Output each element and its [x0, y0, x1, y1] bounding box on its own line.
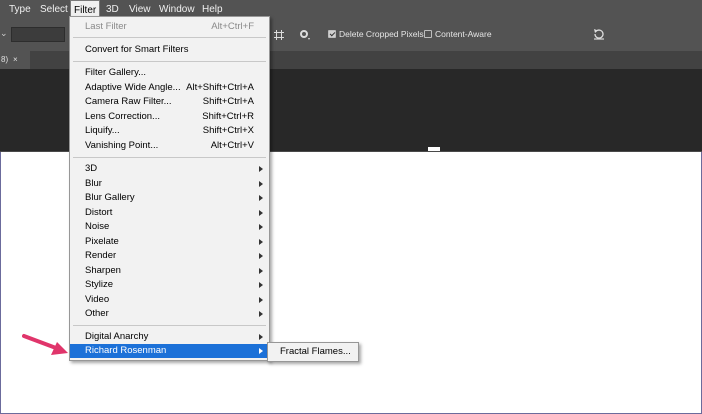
document-tab-label: 8): [1, 55, 9, 64]
gear-icon[interactable]: [298, 27, 312, 44]
menu-item-shortcut: Alt+Ctrl+V: [210, 140, 254, 151]
reset-icon[interactable]: [592, 27, 606, 44]
submenu-arrow-icon: [259, 239, 263, 245]
menu-item-camera-raw-filter[interactable]: Camera Raw Filter... Shift+Ctrl+A: [70, 95, 269, 109]
menu-item-stylize[interactable]: Stylize: [70, 278, 269, 292]
menu-item-last-filter: Last Filter Alt+Ctrl+F: [70, 20, 269, 34]
submenu-arrow-icon: [259, 348, 263, 354]
submenu-arrow-icon: [259, 311, 263, 317]
menu-item-digital-anarchy[interactable]: Digital Anarchy: [70, 330, 269, 344]
menu-separator: [73, 157, 266, 158]
menu-item-label: Pixelate: [85, 236, 119, 247]
menu-item-filter-gallery[interactable]: Filter Gallery...: [70, 66, 269, 80]
submenu-arrow-icon: [259, 224, 263, 230]
menu-item-3d[interactable]: 3D: [70, 162, 269, 176]
menu-item-video[interactable]: Video: [70, 293, 269, 307]
richard-rosenman-submenu: Fractal Flames...: [267, 342, 359, 362]
menu-item-lens-correction[interactable]: Lens Correction... Shift+Ctrl+R: [70, 110, 269, 124]
menu-item-label: Blur: [85, 178, 102, 189]
menu-select[interactable]: Select: [40, 0, 68, 20]
submenu-arrow-icon: [259, 297, 263, 303]
menu-item-label: Blur Gallery: [85, 192, 135, 203]
submenu-arrow-icon: [259, 195, 263, 201]
filter-menu: Last Filter Alt+Ctrl+F Convert for Smart…: [69, 16, 270, 361]
submenu-arrow-icon: [259, 268, 263, 274]
menu-item-label: Sharpen: [85, 265, 121, 276]
menu-item-label: Adaptive Wide Angle...: [85, 82, 181, 93]
menu-item-distort[interactable]: Distort: [70, 206, 269, 220]
menu-item-render[interactable]: Render: [70, 249, 269, 263]
chevron-down-icon[interactable]: ⌄: [0, 28, 8, 39]
menu-item-blur-gallery[interactable]: Blur Gallery: [70, 191, 269, 205]
menu-item-label: Vanishing Point...: [85, 140, 159, 151]
crop-handle[interactable]: [428, 147, 440, 151]
menu-item-label: Video: [85, 294, 110, 305]
submenu-arrow-icon: [259, 181, 263, 187]
pink-arrow-icon: [22, 332, 70, 361]
delete-cropped-label: Delete Cropped Pixels: [339, 29, 424, 39]
menu-separator: [73, 325, 266, 326]
content-aware-checkbox[interactable]: [424, 30, 432, 38]
menu-item-shortcut: Shift+Ctrl+A: [202, 96, 254, 107]
menu-item-label: Last Filter: [85, 21, 127, 32]
submenu-arrow-icon: [259, 334, 263, 340]
menu-item-noise[interactable]: Noise: [70, 220, 269, 234]
menu-item-label: Noise: [85, 221, 110, 232]
submenu-arrow-icon: [259, 210, 263, 216]
menu-item-label: Convert for Smart Filters: [85, 44, 189, 55]
menu-item-fractal-flames[interactable]: Fractal Flames...: [268, 345, 358, 359]
menu-item-shortcut: Alt+Shift+Ctrl+A: [186, 82, 254, 93]
menu-item-label: Stylize: [85, 279, 113, 290]
delete-cropped-checkbox[interactable]: [328, 30, 336, 38]
document-tab[interactable]: 8) ×: [0, 51, 30, 69]
menu-item-sharpen[interactable]: Sharpen: [70, 264, 269, 278]
submenu-arrow-icon: [259, 282, 263, 288]
menu-item-label: Render: [85, 250, 117, 261]
menu-item-label: Distort: [85, 207, 113, 218]
menu-item-label: Filter Gallery...: [85, 67, 147, 78]
menu-item-blur[interactable]: Blur: [70, 177, 269, 191]
menu-item-shortcut: Alt+Ctrl+F: [211, 21, 254, 32]
menu-item-richard-rosenman[interactable]: Richard Rosenman: [70, 344, 269, 358]
menu-item-label: Lens Correction...: [85, 111, 160, 122]
menu-item-label: 3D: [85, 163, 98, 174]
menu-separator: [73, 61, 266, 62]
menu-item-vanishing-point[interactable]: Vanishing Point... Alt+Ctrl+V: [70, 139, 269, 153]
menu-separator: [73, 37, 266, 38]
submenu-arrow-icon: [259, 253, 263, 259]
menu-item-label: Digital Anarchy: [85, 331, 149, 342]
content-aware-label: Content-Aware: [435, 29, 492, 39]
menu-item-other[interactable]: Other: [70, 307, 269, 321]
submenu-arrow-icon: [259, 166, 263, 172]
menu-item-convert-smart-filters[interactable]: Convert for Smart Filters: [70, 43, 269, 57]
menu-item-shortcut: Shift+Ctrl+X: [202, 125, 254, 136]
grid-icon[interactable]: [272, 28, 286, 45]
close-icon[interactable]: ×: [13, 51, 18, 69]
menu-item-label: Fractal Flames...: [280, 346, 351, 357]
menu-item-label: Other: [85, 308, 109, 319]
menu-item-label: Richard Rosenman: [85, 345, 167, 356]
menu-item-label: Liquify...: [85, 125, 120, 136]
menu-item-adaptive-wide-angle[interactable]: Adaptive Wide Angle... Alt+Shift+Ctrl+A: [70, 81, 269, 95]
menu-item-shortcut: Shift+Ctrl+R: [202, 111, 254, 122]
menu-item-liquify[interactable]: Liquify... Shift+Ctrl+X: [70, 124, 269, 138]
menu-type[interactable]: Type: [9, 0, 31, 20]
menu-item-pixelate[interactable]: Pixelate: [70, 235, 269, 249]
ratio-input[interactable]: [11, 27, 65, 42]
menu-item-label: Camera Raw Filter...: [85, 96, 172, 107]
